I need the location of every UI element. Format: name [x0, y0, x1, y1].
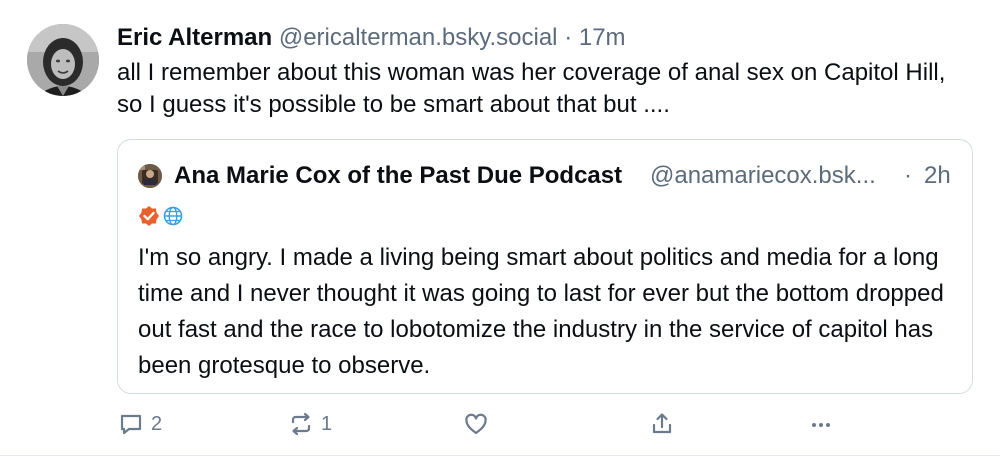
quoted-post-timestamp[interactable]: 2h [924, 160, 951, 192]
more-options-button[interactable] [807, 408, 835, 440]
post-timestamp[interactable]: 17m [579, 24, 626, 51]
more-icon [807, 410, 835, 438]
author-name[interactable]: Eric Alterman [117, 24, 272, 51]
quoted-post[interactable]: Ana Marie Cox of the Past Due Podcast @a… [117, 139, 973, 394]
share-button[interactable] [648, 408, 676, 440]
share-icon [648, 410, 676, 438]
post[interactable]: Eric Alterman @ericalterman.bsky.social … [0, 0, 1000, 458]
reply-button[interactable]: 2 [117, 408, 162, 440]
quoted-post-text: I'm so angry. I made a living being smar… [138, 244, 944, 379]
quoted-author-avatar[interactable] [138, 164, 162, 188]
like-icon [462, 410, 490, 438]
reply-count: 2 [151, 412, 163, 435]
header-separator: · [564, 24, 573, 51]
quoted-header-separator: · [904, 162, 912, 189]
avatar-photo [27, 24, 99, 96]
reply-icon [117, 410, 145, 438]
verified-check-icon[interactable] [138, 205, 160, 227]
globe-icon[interactable] [162, 205, 184, 227]
quoted-author-name[interactable]: Ana Marie Cox of the Past Due Podcast [174, 160, 622, 192]
author-avatar[interactable] [27, 24, 99, 96]
post-header: Eric Alterman @ericalterman.bsky.social … [117, 22, 977, 54]
repost-button[interactable]: 1 [287, 408, 332, 440]
quoted-post-header: Ana Marie Cox of the Past Due Podcast @a… [138, 160, 954, 192]
repost-icon [287, 410, 315, 438]
quoted-author-handle[interactable]: @anamariecox.bsk... [650, 160, 876, 192]
author-handle[interactable]: @ericalterman.bsky.social [279, 24, 558, 51]
like-button[interactable] [462, 408, 490, 440]
quoted-avatar-photo [138, 164, 162, 188]
post-content: Eric Alterman @ericalterman.bsky.social … [117, 22, 977, 121]
repost-count: 1 [321, 412, 333, 435]
post-text: all I remember about this woman was her … [117, 59, 946, 118]
post-divider [0, 455, 1000, 456]
post-actions: 2 1 [117, 408, 977, 440]
